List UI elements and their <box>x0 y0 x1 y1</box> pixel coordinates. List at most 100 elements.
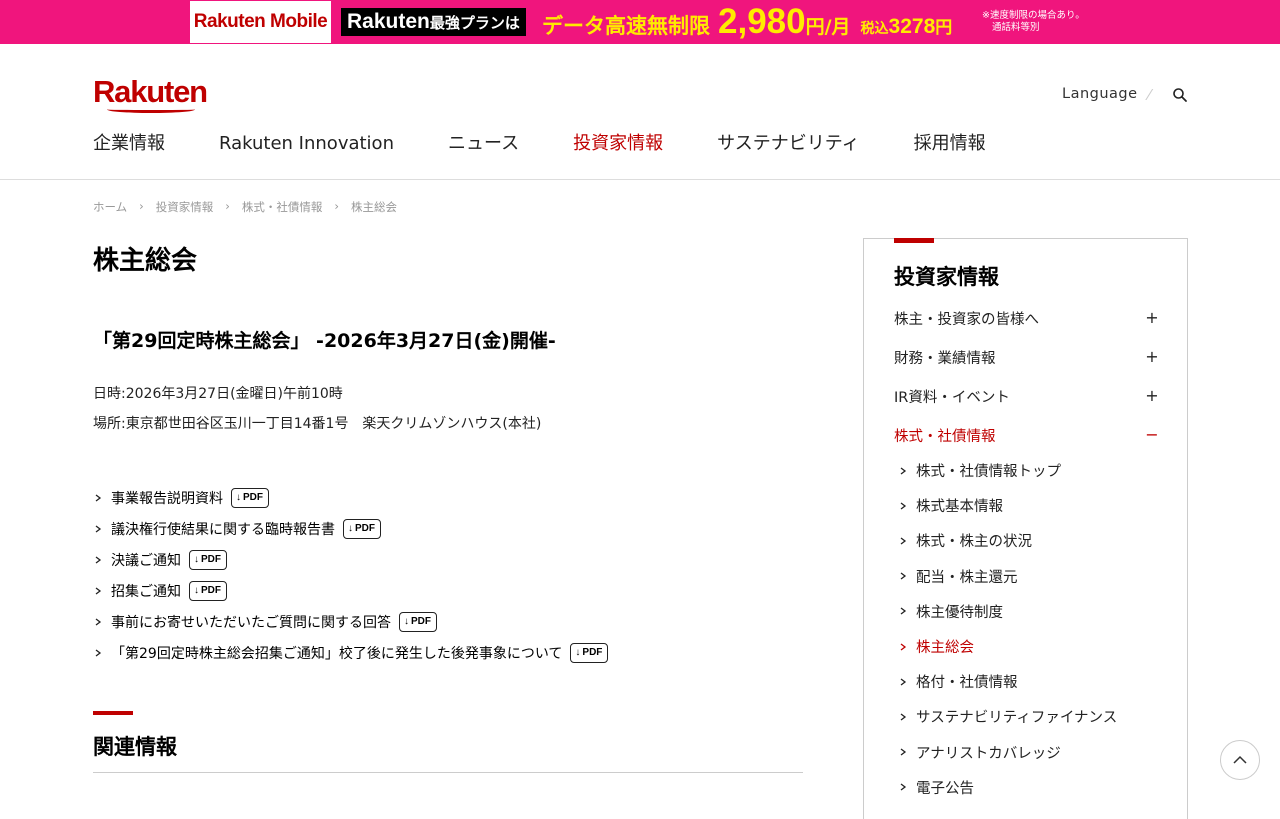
promo-headline: データ高速無制限 2,980 円/月 税込 3278 円 <box>542 4 952 40</box>
gnav-corporate[interactable]: 企業情報 <box>93 130 165 158</box>
related-title: 関連情報 <box>93 735 177 759</box>
pdf-label: PDF <box>582 647 603 658</box>
document-link[interactable]: 「第29回定時株主総会招集ご通知」校了後に発生した後発事象について ↓ PDF <box>93 637 609 668</box>
pdf-label: PDF <box>355 523 375 534</box>
sidebar-cat-label[interactable]: 財務・業績情報 <box>894 347 996 368</box>
breadcrumb-current: 株主総会 <box>350 200 397 214</box>
sidebar-cat-label[interactable]: 株主・投資家の皆様へ <box>894 308 1039 329</box>
document-link[interactable]: 決議ご通知 ↓ PDF <box>93 544 608 575</box>
gnav-news[interactable]: ニュース <box>448 130 519 158</box>
sidebar-sub-item[interactable]: 株式・社債情報トップ <box>899 453 1117 488</box>
sidebar-sub-item[interactable]: サステナビリティファイナンス <box>899 699 1117 734</box>
document-label[interactable]: 議決権行使結果に関する臨時報告書 <box>111 519 335 539</box>
promo-tax-price: 3278 <box>888 15 936 38</box>
sidebar-cat-shareholders[interactable]: 株主・投資家の皆様へ + <box>894 308 1159 329</box>
sidebar-cat-ir-events[interactable]: IR資料・イベント + <box>894 386 1159 407</box>
sidebar-sub-item[interactable]: 格付・社債情報 <box>899 664 1117 699</box>
pdf-label: PDF <box>201 585 221 596</box>
sidebar-cat-financial[interactable]: 財務・業績情報 + <box>894 347 1159 368</box>
plus-icon[interactable]: + <box>1145 386 1159 407</box>
document-link[interactable]: 事前にお寄せいただいたご質問に関する回答 ↓ PDF <box>93 606 608 637</box>
meeting-place: 場所:東京都世田谷区玉川一丁目14番1号 楽天クリムゾンハウス(本社) <box>93 416 542 432</box>
sidebar-sub-label[interactable]: アナリストカバレッジ <box>916 742 1061 763</box>
sidebar-sub-label[interactable]: 格付・社債情報 <box>916 671 1018 692</box>
chevron-right-icon <box>900 643 907 651</box>
download-icon: ↓ <box>236 492 241 503</box>
download-icon: ↓ <box>404 616 409 627</box>
breadcrumb-home[interactable]: ホーム <box>93 199 127 215</box>
download-icon: ↓ <box>575 647 581 658</box>
pdf-label: PDF <box>201 554 221 565</box>
language-link[interactable]: Language <box>1062 86 1138 102</box>
sidebar-cat-label[interactable]: 株式・社債情報 <box>894 425 996 446</box>
plus-icon[interactable]: + <box>1145 308 1159 329</box>
gnav-sustainability[interactable]: サステナビリティ <box>717 130 860 158</box>
promo-note: ※速度制限の場合あり。 通話料等別 <box>982 10 1085 34</box>
pdf-badge[interactable]: ↓ PDF <box>570 642 609 663</box>
pdf-badge[interactable]: ↓ PDF <box>189 580 227 601</box>
sidebar-sub-label[interactable]: 株式・社債情報トップ <box>916 460 1061 481</box>
breadcrumb: ホーム › 投資家情報 › 株式・社債情報 › 株主総会 <box>93 199 397 215</box>
sidebar-sub-list: 株式・社債情報トップ 株式基本情報 株式・株主の状況 配当・株主還元 株主優待制… <box>899 453 1117 805</box>
chevron-right-icon <box>900 572 907 580</box>
gnav-careers[interactable]: 採用情報 <box>914 130 986 158</box>
sidebar-sub-item[interactable]: 株式基本情報 <box>899 488 1117 523</box>
document-label[interactable]: 事業報告説明資料 <box>111 488 223 508</box>
search-icon[interactable] <box>1172 87 1188 103</box>
document-label[interactable]: 「第29回定時株主総会招集ご通知」校了後に発生した後発事象について <box>111 643 562 663</box>
sidebar-sub-label[interactable]: 株主総会 <box>916 636 974 657</box>
sidebar-cat-label[interactable]: IR資料・イベント <box>894 386 1010 407</box>
chevron-right-icon <box>900 678 907 686</box>
chevron-right-icon <box>95 586 102 595</box>
pdf-label: PDF <box>411 616 431 627</box>
document-link[interactable]: 議決権行使結果に関する臨時報告書 ↓ PDF <box>93 513 608 544</box>
meeting-date: 日時:2026年3月27日(金曜日)午前10時 <box>93 386 343 402</box>
promo-tax-label: 税込 <box>860 21 889 37</box>
chevron-right-icon: › <box>334 199 339 213</box>
sidebar-sub-item[interactable]: 配当・株主還元 <box>899 559 1117 594</box>
promo-note-line1: ※速度制限の場合あり。 <box>982 10 1085 21</box>
promo-headline-text: データ高速無制限 <box>542 14 710 38</box>
chevron-right-icon: › <box>225 199 230 213</box>
document-label[interactable]: 決議ご通知 <box>111 550 181 570</box>
breadcrumb-investors[interactable]: 投資家情報 <box>156 199 214 215</box>
promo-plan-prefix: Rakuten <box>347 10 430 33</box>
download-icon: ↓ <box>194 585 199 596</box>
sidebar-cat-stock-bond[interactable]: 株式・社債情報 − <box>894 425 1159 446</box>
document-link[interactable]: 事業報告説明資料 ↓ PDF <box>93 482 608 513</box>
sidebar-sub-label[interactable]: 株式・株主の状況 <box>916 530 1032 551</box>
promo-plan-label: Rakuten 最強プランは <box>341 8 526 36</box>
sidebar-sub-label[interactable]: 電子公告 <box>916 777 974 798</box>
chevron-right-icon <box>900 748 907 756</box>
minus-icon[interactable]: − <box>1145 425 1159 446</box>
promo-price: 2,980 <box>718 2 806 41</box>
gnav-innovation[interactable]: Rakuten Innovation <box>219 130 394 158</box>
sidebar-sub-item[interactable]: 株主優待制度 <box>899 594 1117 629</box>
pdf-badge[interactable]: ↓ PDF <box>231 487 269 508</box>
document-label[interactable]: 事前にお寄せいただいたご質問に関する回答 <box>111 612 391 632</box>
sidebar-sub-item[interactable]: 株式・株主の状況 <box>899 523 1117 558</box>
promo-banner[interactable]: Rakuten Mobile Rakuten 最強プランは データ高速無制限 2… <box>0 0 1280 44</box>
gnav-investors[interactable]: 投資家情報 <box>573 130 663 158</box>
breadcrumb-stock-bond[interactable]: 株式・社債情報 <box>242 199 323 215</box>
pdf-badge[interactable]: ↓ PDF <box>189 549 227 570</box>
sidebar-sub-label[interactable]: 株式基本情報 <box>916 495 1003 516</box>
sidebar-sub-label[interactable]: 配当・株主還元 <box>916 566 1018 587</box>
sidebar-sub-label[interactable]: 株主優待制度 <box>916 601 1003 622</box>
rakuten-logo[interactable]: Rakuten <box>93 76 208 107</box>
document-link[interactable]: 招集ご通知 ↓ PDF <box>93 575 608 606</box>
sidebar-accent-bar <box>894 238 934 243</box>
sidebar-sub-label[interactable]: サステナビリティファイナンス <box>916 706 1117 727</box>
pdf-badge[interactable]: ↓ PDF <box>399 611 437 632</box>
document-label[interactable]: 招集ご通知 <box>111 581 181 601</box>
related-divider <box>93 772 803 773</box>
sidebar-sub-item[interactable]: アナリストカバレッジ <box>899 735 1117 770</box>
chevron-right-icon <box>900 537 907 545</box>
pdf-badge[interactable]: ↓ PDF <box>343 518 381 539</box>
sidebar-sub-item-current[interactable]: 株主総会 <box>899 629 1117 664</box>
chevron-right-icon <box>95 617 102 626</box>
plus-icon[interactable]: + <box>1145 347 1159 368</box>
sidebar-title[interactable]: 投資家情報 <box>894 261 999 291</box>
download-icon: ↓ <box>348 523 353 534</box>
scroll-to-top-button[interactable] <box>1220 740 1260 780</box>
